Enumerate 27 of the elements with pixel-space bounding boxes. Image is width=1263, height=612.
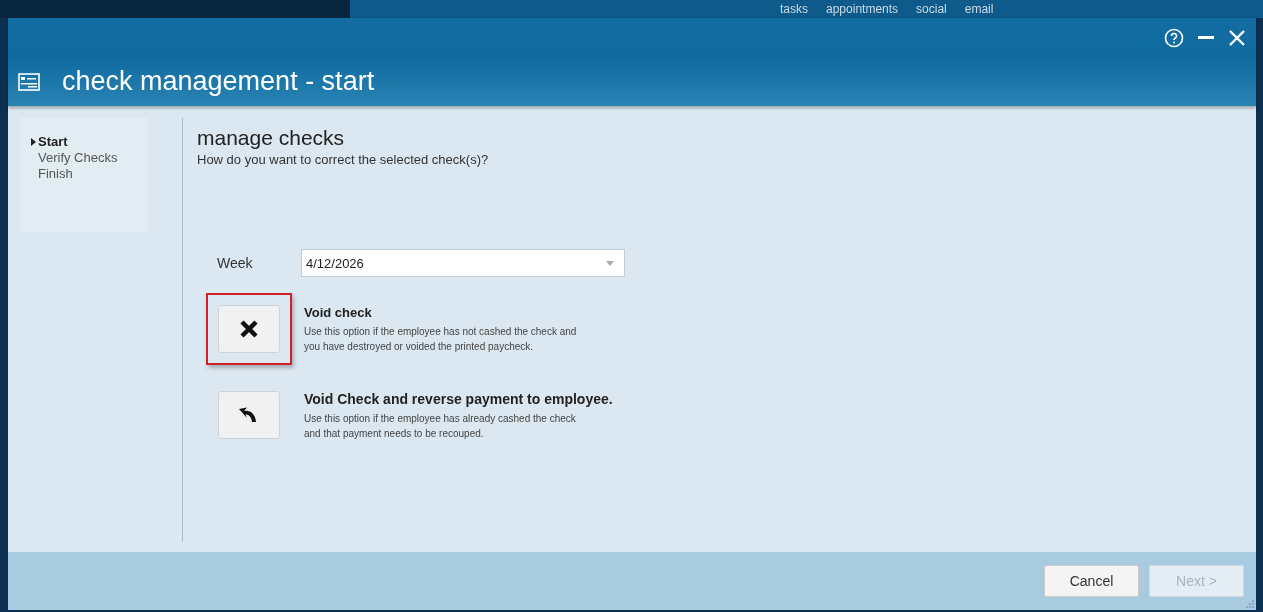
dropdown-caret-icon <box>606 260 614 266</box>
week-label: Week <box>217 255 254 271</box>
reverse-button[interactable] <box>218 391 280 439</box>
window-title: check management - start <box>62 66 375 97</box>
step-item[interactable]: Finish <box>20 166 148 182</box>
minimize-icon[interactable] <box>1198 36 1214 40</box>
help-icon[interactable] <box>1164 28 1184 48</box>
step-item[interactable]: Start <box>20 134 148 150</box>
step-item[interactable]: Verify Checks <box>20 150 148 166</box>
nav-label[interactable]: appointments <box>826 2 899 16</box>
option-description: Use this option if the employee has not cashed the check and you have destroyed or voided the printed paycheck. <box>304 325 578 354</box>
nav-label[interactable]: tasks <box>780 2 808 16</box>
option-title: Void Check and reverse payment to employee. <box>304 391 613 407</box>
void-button[interactable] <box>218 305 280 353</box>
nav-label[interactable]: social <box>916 2 947 16</box>
nav-label[interactable]: email <box>964 2 994 16</box>
resize-grip-icon[interactable] <box>1245 599 1255 609</box>
current-step-icon <box>31 138 36 146</box>
option-description: Use this option if the employee has already cashed the check and that payment needs to be recouped. <box>304 412 577 441</box>
check-icon <box>18 72 40 91</box>
cancel-button[interactable]: Cancel <box>1044 565 1139 597</box>
question-text: How do you want to correct the selected check(s)? <box>197 152 490 167</box>
page-heading: manage checks <box>197 126 346 150</box>
option-title: Void check <box>304 305 373 320</box>
week-dropdown[interactable]: 4/12/2026 <box>301 249 625 277</box>
close-icon[interactable] <box>1228 29 1246 47</box>
x-icon <box>239 320 259 338</box>
